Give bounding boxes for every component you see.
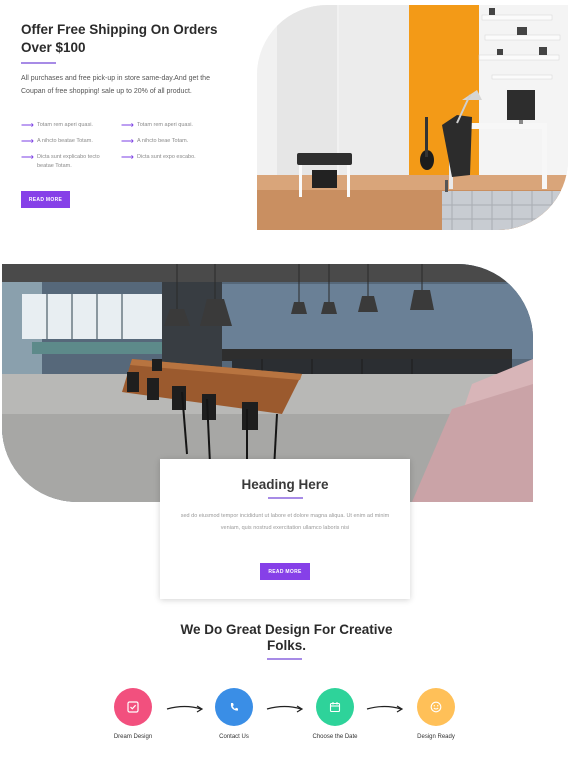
feature-text: A nihcto beatae Totam. bbox=[37, 138, 93, 144]
card-text: sed do eiusmod tempor incididunt ut labo… bbox=[180, 513, 390, 531]
process-title: We Do Great Design For Creative Folks. bbox=[180, 622, 393, 653]
feature-text: Totam rem aperi quasi. bbox=[137, 122, 193, 128]
step-label: Contact Us bbox=[219, 734, 249, 740]
feature-text: Dicta sunt expo escabo. bbox=[137, 154, 196, 160]
office-photo bbox=[257, 5, 568, 230]
arrow-right-icon: ⟶ bbox=[21, 120, 34, 130]
step-circle[interactable] bbox=[417, 688, 455, 726]
arrow-right-icon bbox=[166, 705, 204, 713]
step-label: Dream Design bbox=[113, 734, 153, 740]
card-heading: Heading Here bbox=[241, 477, 329, 492]
feature-text: A nihcto beae Totam. bbox=[137, 138, 189, 144]
step-circle[interactable] bbox=[215, 688, 253, 726]
feature-text: Totam rem aperi quasi. bbox=[37, 122, 93, 128]
read-more-button[interactable]: READ MORE bbox=[21, 191, 70, 208]
feature-item: ⟶ Dicta sunt explicabo tecto beatae Tota… bbox=[21, 153, 116, 171]
smile-icon bbox=[430, 701, 442, 713]
feature-item: ⟶ A nihcto beatae Totam. bbox=[21, 137, 121, 146]
calendar-icon bbox=[329, 702, 341, 713]
arrow-right-icon: ⟶ bbox=[121, 120, 134, 130]
feature-item: ⟶ A nihcto beae Totam. bbox=[121, 137, 221, 146]
phone-icon bbox=[230, 703, 238, 711]
checkbox-icon bbox=[127, 701, 139, 713]
arrow-right-icon bbox=[266, 705, 304, 713]
feature-text: Dicta sunt explicabo tecto beatae Totam. bbox=[37, 154, 100, 169]
arrow-right-icon bbox=[366, 705, 404, 713]
feature-item: ⟶ Dicta sunt expo escabo. bbox=[121, 153, 221, 162]
feature-item: ⟶ Totam rem aperi quasi. bbox=[121, 121, 221, 130]
promo-title: Offer Free Shipping On Orders Over $100 bbox=[21, 22, 218, 55]
feature-card: Heading Here sed do eiusmod tempor incid… bbox=[160, 459, 410, 599]
title-divider bbox=[267, 658, 302, 660]
arrow-right-icon: ⟶ bbox=[121, 152, 134, 162]
read-more-button[interactable]: READ MORE bbox=[260, 563, 310, 580]
step-circle[interactable] bbox=[316, 688, 354, 726]
arrow-right-icon: ⟶ bbox=[21, 152, 34, 162]
step-label: Design Ready bbox=[417, 734, 455, 740]
title-divider bbox=[268, 497, 303, 499]
promo-description: All purchases and free pick-up in store … bbox=[21, 75, 210, 95]
arrow-right-icon: ⟶ bbox=[21, 136, 34, 146]
title-divider bbox=[21, 62, 56, 64]
step-circle[interactable] bbox=[114, 688, 152, 726]
arrow-right-icon: ⟶ bbox=[121, 136, 134, 146]
step-label: Choose the Date bbox=[312, 734, 358, 740]
feature-item: ⟶ Totam rem aperi quasi. bbox=[21, 121, 121, 130]
